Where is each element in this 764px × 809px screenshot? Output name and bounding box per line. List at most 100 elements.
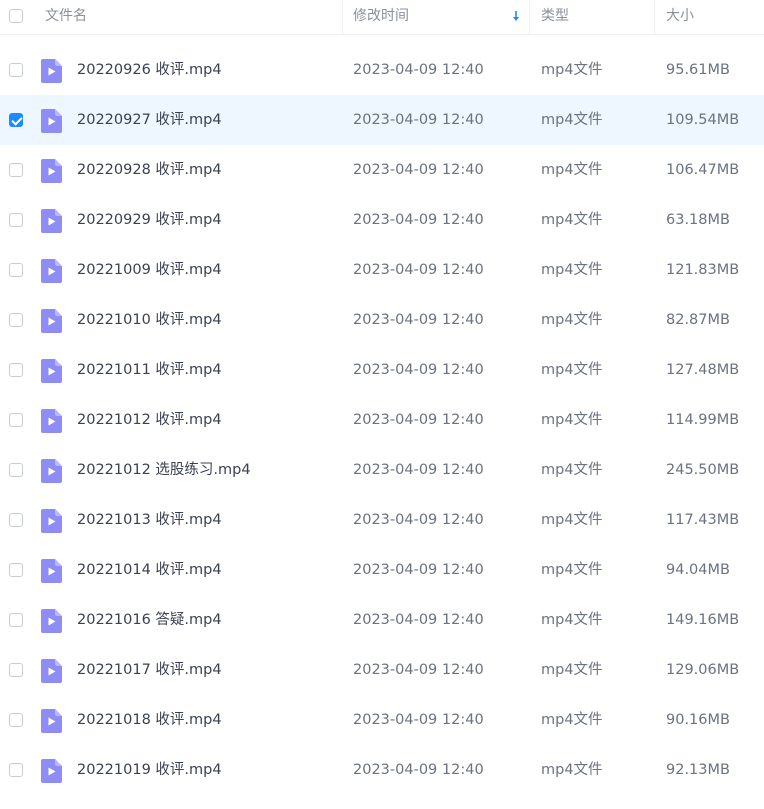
file-size: 95.61MB — [666, 62, 730, 78]
file-size: 92.13MB — [666, 762, 730, 778]
file-size: 127.48MB — [666, 362, 740, 378]
column-header-name[interactable]: 文件名 — [45, 0, 87, 34]
row-checkbox[interactable] — [9, 763, 23, 777]
video-file-icon — [41, 309, 62, 333]
column-header-size[interactable]: 大小 — [666, 0, 694, 34]
table-row[interactable]: 20221012 收评.mp4 2023-04-09 12:40 mp4文件 114.… — [0, 395, 764, 445]
row-checkbox[interactable] — [9, 713, 23, 727]
table-row[interactable]: 20221016 答疑.mp4 2023-04-09 12:40 mp4文件 149.… — [0, 595, 764, 645]
video-file-icon — [41, 259, 62, 283]
sort-descending-icon[interactable] — [512, 9, 520, 23]
file-size: 109.54MB — [666, 112, 740, 128]
row-checkbox[interactable] — [9, 613, 23, 627]
table-row[interactable]: 20221014 收评.mp4 2023-04-09 12:40 mp4文件 94.0… — [0, 545, 764, 595]
file-name[interactable]: 20221017 收评.mp4 — [77, 645, 222, 695]
file-name[interactable]: 20221014 收评.mp4 — [77, 545, 222, 595]
file-type: mp4文件 — [541, 162, 603, 178]
file-modified-time: 2023-04-09 12:40 — [353, 462, 484, 478]
file-modified-time: 2023-04-09 12:40 — [353, 662, 484, 678]
video-file-icon — [41, 159, 62, 183]
file-type: mp4文件 — [541, 612, 603, 628]
file-type: mp4文件 — [541, 362, 603, 378]
select-all-checkbox[interactable] — [9, 9, 23, 23]
row-checkbox[interactable] — [9, 313, 23, 327]
row-checkbox[interactable] — [9, 263, 23, 277]
video-file-icon — [41, 509, 62, 533]
file-type: mp4文件 — [541, 462, 603, 478]
file-type: mp4文件 — [541, 712, 603, 728]
row-checkbox[interactable] — [9, 663, 23, 677]
file-size: 114.99MB — [666, 412, 740, 428]
file-type: mp4文件 — [541, 212, 603, 228]
table-row[interactable]: 20220929 收评.mp4 2023-04-09 12:40 mp4文件 63.1… — [0, 195, 764, 245]
table-row[interactable]: 20221009 收评.mp4 2023-04-09 12:40 mp4文件 121.… — [0, 245, 764, 295]
row-checkbox[interactable] — [9, 463, 23, 477]
file-modified-time: 2023-04-09 12:40 — [353, 412, 484, 428]
file-modified-time: 2023-04-09 12:40 — [353, 612, 484, 628]
file-name[interactable]: 20221012 选股练习.mp4 — [77, 445, 251, 495]
column-divider[interactable] — [342, 0, 343, 34]
file-list-table: 文件名 修改时间 类型 大小 20220926 收评.mp4 2023-04-09… — [0, 0, 764, 795]
video-file-icon — [41, 609, 62, 633]
video-file-icon — [41, 59, 62, 83]
video-file-icon — [41, 559, 62, 583]
table-row[interactable]: 20221013 收评.mp4 2023-04-09 12:40 mp4文件 117.… — [0, 495, 764, 545]
video-file-icon — [41, 109, 62, 133]
file-modified-time: 2023-04-09 12:40 — [353, 212, 484, 228]
file-type: mp4文件 — [541, 512, 603, 528]
row-checkbox[interactable] — [9, 63, 23, 77]
row-checkbox[interactable] — [9, 213, 23, 227]
file-modified-time: 2023-04-09 12:40 — [353, 562, 484, 578]
table-row[interactable]: 20220926 收评.mp4 2023-04-09 12:40 mp4文件 95.6… — [0, 45, 764, 95]
video-file-icon — [41, 709, 62, 733]
file-name[interactable]: 20220929 收评.mp4 — [77, 195, 222, 245]
row-checkbox[interactable] — [9, 163, 23, 177]
column-divider[interactable] — [654, 0, 655, 34]
table-row[interactable]: 20220928 收评.mp4 2023-04-09 12:40 mp4文件 106.… — [0, 145, 764, 195]
row-checkbox[interactable] — [9, 413, 23, 427]
column-header-modified[interactable]: 修改时间 — [353, 0, 409, 34]
file-name[interactable]: 20221018 收评.mp4 — [77, 695, 222, 745]
file-name[interactable]: 20221019 收评.mp4 — [77, 745, 222, 795]
table-row[interactable]: 20221012 选股练习.mp4 2023-04-09 12:40 mp4文件 24… — [0, 445, 764, 495]
file-name[interactable]: 20221013 收评.mp4 — [77, 495, 222, 545]
file-name[interactable]: 20220928 收评.mp4 — [77, 145, 222, 195]
table-row[interactable]: 20221017 收评.mp4 2023-04-09 12:40 mp4文件 129.… — [0, 645, 764, 695]
file-type: mp4文件 — [541, 662, 603, 678]
table-row[interactable]: 20221019 收评.mp4 2023-04-09 12:40 mp4文件 92.1… — [0, 745, 764, 795]
file-name[interactable]: 20221010 收评.mp4 — [77, 295, 222, 345]
row-checkbox[interactable] — [9, 113, 23, 127]
file-type: mp4文件 — [541, 762, 603, 778]
file-name[interactable]: 20220927 收评.mp4 — [77, 95, 222, 145]
file-size: 106.47MB — [666, 162, 740, 178]
row-checkbox[interactable] — [9, 513, 23, 527]
row-checkbox[interactable] — [9, 563, 23, 577]
column-divider[interactable] — [529, 0, 530, 34]
file-type: mp4文件 — [541, 312, 603, 328]
file-size: 245.50MB — [666, 462, 740, 478]
file-size: 63.18MB — [666, 212, 730, 228]
video-file-icon — [41, 759, 62, 783]
file-name[interactable]: 20221012 收评.mp4 — [77, 395, 222, 445]
video-file-icon — [41, 659, 62, 683]
file-size: 121.83MB — [666, 262, 740, 278]
row-checkbox[interactable] — [9, 363, 23, 377]
file-size: 90.16MB — [666, 712, 730, 728]
table-header: 文件名 修改时间 类型 大小 — [0, 0, 764, 35]
column-header-type[interactable]: 类型 — [541, 0, 569, 34]
video-file-icon — [41, 409, 62, 433]
file-size: 149.16MB — [666, 612, 740, 628]
table-row[interactable]: 20221010 收评.mp4 2023-04-09 12:40 mp4文件 82.8… — [0, 295, 764, 345]
file-name[interactable]: 20221016 答疑.mp4 — [77, 595, 222, 645]
file-name[interactable]: 20221009 收评.mp4 — [77, 245, 222, 295]
file-modified-time: 2023-04-09 12:40 — [353, 112, 484, 128]
video-file-icon — [41, 209, 62, 233]
video-file-icon — [41, 459, 62, 483]
table-row[interactable]: 20221011 收评.mp4 2023-04-09 12:40 mp4文件 127.… — [0, 345, 764, 395]
table-row[interactable]: 20220927 收评.mp4 2023-04-09 12:40 mp4文件 109.… — [0, 95, 764, 145]
file-modified-time: 2023-04-09 12:40 — [353, 512, 484, 528]
file-modified-time: 2023-04-09 12:40 — [353, 712, 484, 728]
file-name[interactable]: 20220926 收评.mp4 — [77, 45, 222, 95]
file-name[interactable]: 20221011 收评.mp4 — [77, 345, 222, 395]
table-row[interactable]: 20221018 收评.mp4 2023-04-09 12:40 mp4文件 90.1… — [0, 695, 764, 745]
